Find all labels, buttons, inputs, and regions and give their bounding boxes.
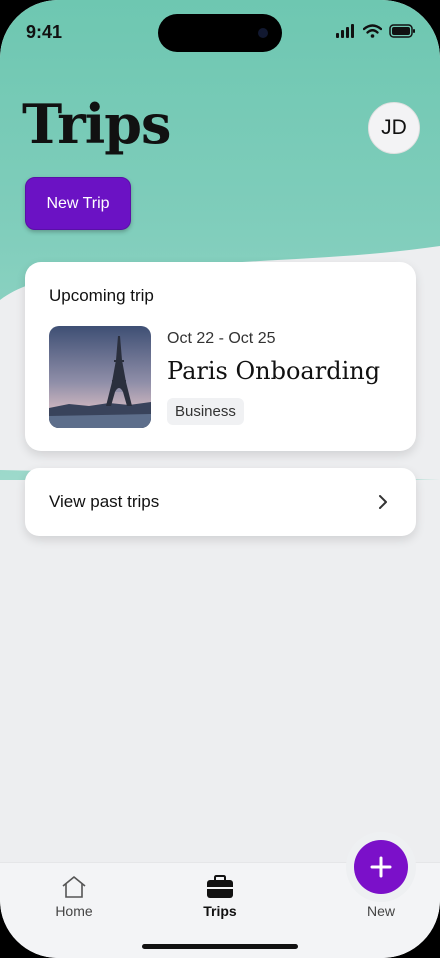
phone-frame: 9:41 Trips JD New Trip Upcoming trip Oct…: [0, 0, 440, 958]
page-title: Trips: [22, 92, 171, 156]
signal-icon: [336, 24, 354, 38]
briefcase-icon: [207, 875, 233, 898]
home-indicator: [142, 944, 298, 949]
trip-thumbnail: [49, 326, 151, 428]
eiffel-tower-photo-icon: [49, 326, 151, 428]
trip-dates: Oct 22 - Oct 25: [167, 330, 276, 347]
avatar[interactable]: JD: [368, 102, 420, 154]
tab-new[interactable]: New: [341, 903, 421, 919]
tab-home[interactable]: Home: [34, 875, 114, 919]
upcoming-section-label: Upcoming trip: [49, 286, 154, 305]
status-time: 9:41: [26, 22, 63, 42]
status-icons: [336, 24, 416, 38]
status-bar: 9:41: [0, 0, 440, 60]
new-fab-button[interactable]: [354, 840, 408, 894]
tab-home-label: Home: [55, 903, 93, 919]
trip-tag-badge: Business: [167, 398, 244, 425]
tab-trips-label: Trips: [203, 903, 237, 919]
view-past-trips-row[interactable]: View past trips: [25, 468, 416, 536]
battery-icon: [389, 24, 415, 38]
home-icon: [62, 876, 86, 898]
tab-new-label: New: [366, 903, 395, 919]
dynamic-island: [158, 14, 282, 52]
plus-icon: [370, 856, 392, 878]
upcoming-trip-card[interactable]: Upcoming trip Oct 22 - Oct 25 Paris Onbo…: [25, 262, 416, 451]
screen: 9:41 Trips JD New Trip Upcoming trip Oct…: [0, 0, 440, 958]
tab-trips[interactable]: Trips: [180, 875, 260, 919]
new-trip-button[interactable]: New Trip: [25, 177, 131, 230]
wifi-icon: [363, 24, 382, 38]
camera-dot: [258, 28, 268, 38]
view-past-trips-label: View past trips: [49, 492, 160, 511]
trip-name: Paris Onboarding: [167, 357, 381, 385]
chevron-right-icon: [379, 495, 387, 509]
